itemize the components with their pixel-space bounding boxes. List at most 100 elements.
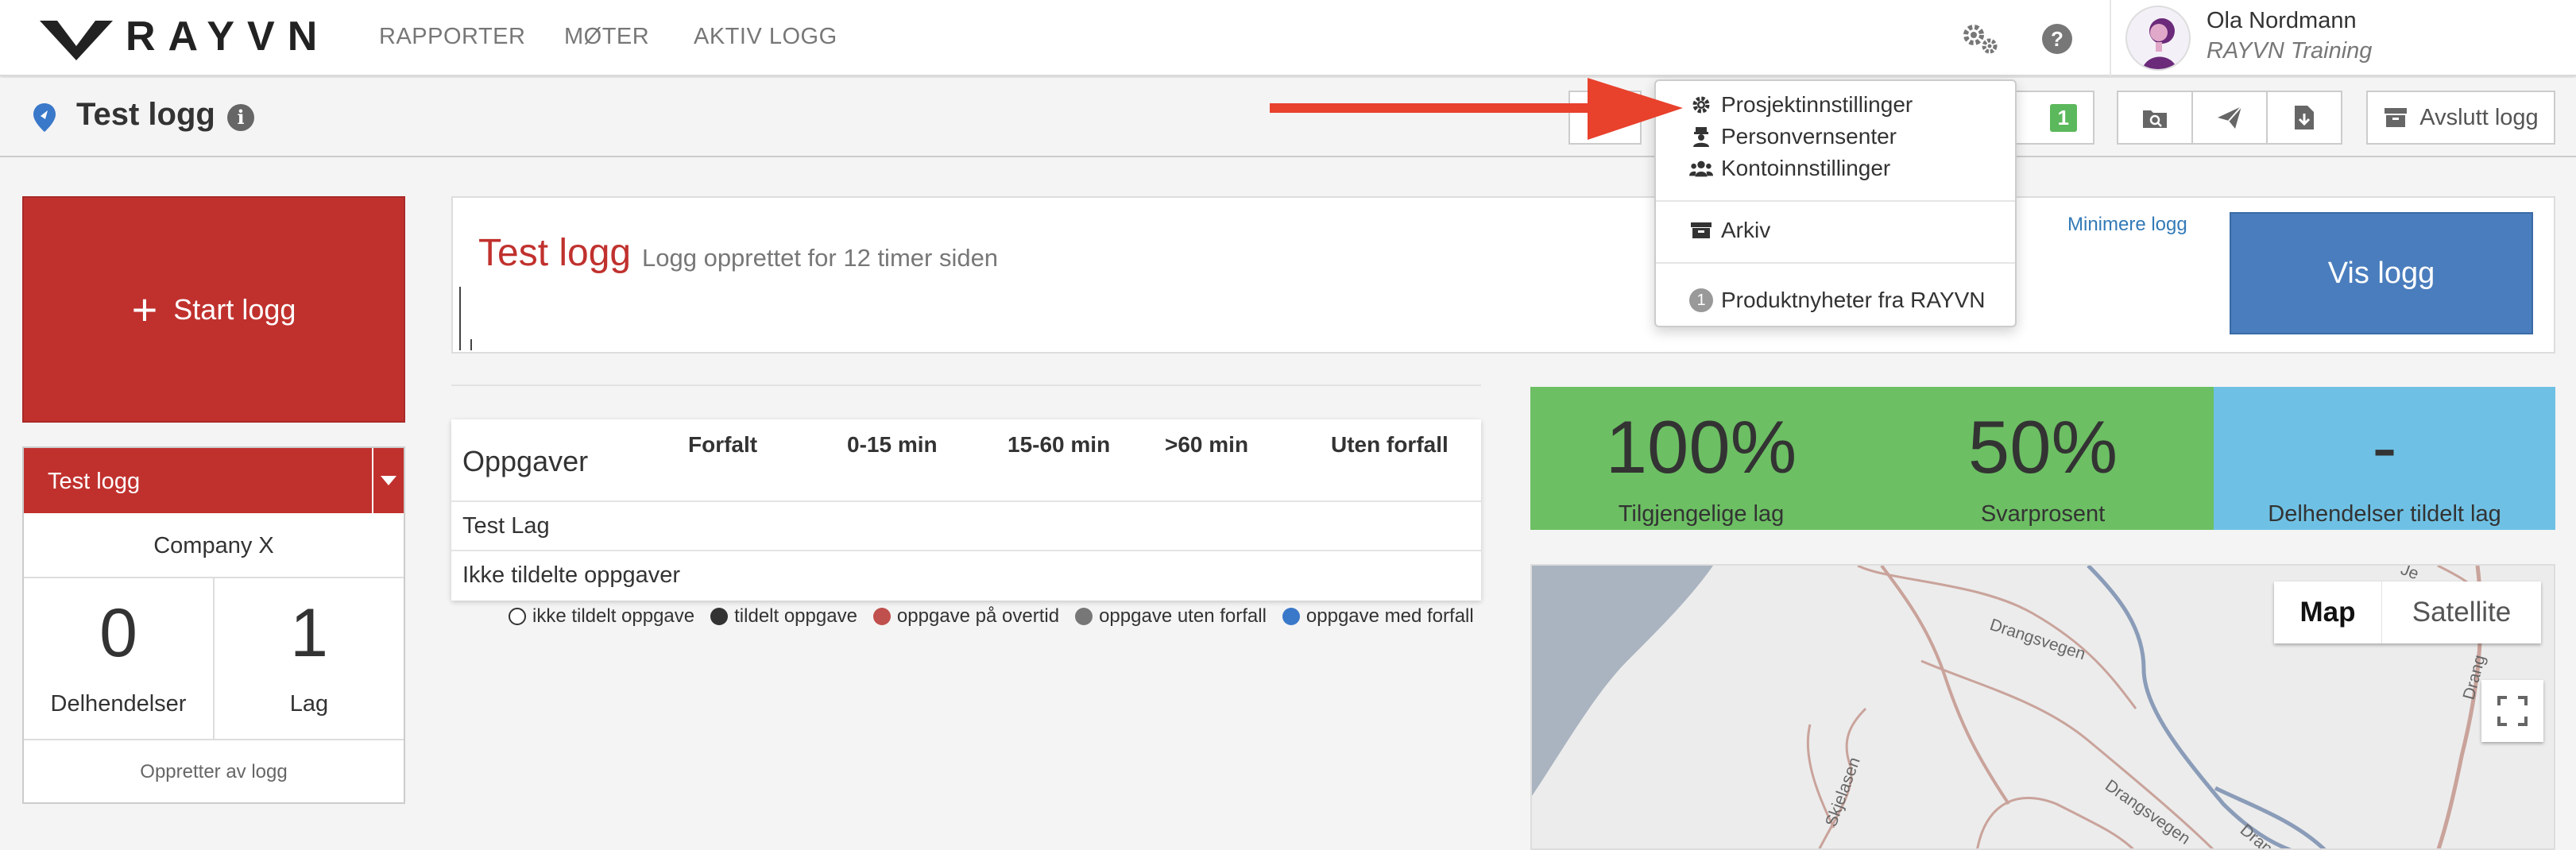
kpi-label: Delhendelser tildelt lag (2268, 501, 2501, 527)
log-entry-cursor[interactable] (459, 287, 461, 350)
subincidents-count: 0 (99, 595, 137, 671)
kpi-subincidents-assigned[interactable]: - Delhendelser tildelt lag (2214, 387, 2555, 530)
menu-item-label: Prosjektinnstillinger (1721, 92, 1913, 117)
log-creator-link[interactable]: Oppretter av logg (24, 739, 404, 802)
user-organization[interactable]: RAYVN Training (2207, 38, 2372, 64)
nav-divider (2110, 0, 2111, 76)
map-view[interactable]: Drangsvegen Drangsvegen Skjelasen Drang … (1530, 564, 2555, 850)
column-header-overdue[interactable]: Forfalt (688, 432, 757, 458)
menu-item-privacy-center[interactable]: Personvernsenter (1689, 124, 1897, 149)
user-avatar[interactable] (2125, 6, 2191, 71)
rayvn-logo-mark[interactable] (40, 17, 113, 62)
search-log-button[interactable] (2117, 91, 2193, 145)
menu-item-product-news[interactable]: 1 Produktnyheter fra RAYVN (1689, 288, 1986, 313)
column-header-over-60[interactable]: >60 min (1165, 432, 1248, 458)
column-header-0-15[interactable]: 0-15 min (847, 432, 938, 458)
help-icon[interactable]: ? (2042, 24, 2072, 54)
menu-item-label: Personvernsenter (1721, 124, 1897, 149)
end-log-button[interactable]: Avslutt logg (2366, 91, 2555, 145)
kpi-value: 50% (1967, 405, 2118, 489)
legend-label: ikke tildelt oppgave (532, 605, 695, 627)
menu-divider (1656, 200, 2015, 202)
legend-item: tildelt oppgave (710, 605, 857, 628)
log-card-company: Company X (24, 513, 404, 578)
view-log-button[interactable]: Vis logg (2230, 212, 2533, 334)
start-log-label: Start logg (173, 292, 296, 326)
assigned-dot-icon (710, 608, 729, 625)
column-header-15-60[interactable]: 15-60 min (1008, 432, 1110, 458)
legend-label: oppgave på overtid (896, 605, 1060, 627)
users-icon (1689, 160, 1713, 177)
map-road-label: Skjelasen (1822, 755, 1864, 829)
unassigned-dot-icon (509, 608, 526, 625)
log-panel: Test logg Logg opprettet for 12 timer si… (451, 196, 2555, 354)
fullscreen-button[interactable] (2481, 680, 2543, 742)
map-road-label: Drangsvegen (2102, 776, 2194, 848)
folder-search-icon (2143, 110, 2167, 128)
menu-item-label: Produktnyheter fra RAYVN (1721, 288, 1986, 312)
download-button[interactable] (2266, 91, 2342, 145)
menu-divider (1656, 262, 2015, 264)
overdue-dot-icon (872, 608, 891, 625)
annotation-arrow-icon (1270, 78, 1683, 140)
log-summary-card: Test logg Company X 0 Delhendelser 1 Lag… (22, 446, 405, 804)
kpi-response-rate[interactable]: 50% Svarprosent (1872, 387, 2214, 530)
map-type-satellite-button[interactable]: Satellite (2382, 581, 2541, 643)
log-card-dropdown-toggle[interactable] (372, 448, 404, 513)
info-icon[interactable]: i (227, 104, 254, 131)
start-log-button[interactable]: + Start logg (22, 196, 405, 423)
legend-item: oppgave på overtid (872, 605, 1060, 628)
no-due-dot-icon (1075, 608, 1093, 625)
task-legend: ikke tildelt oppgave tildelt oppgave opp… (509, 605, 1474, 628)
column-header-no-due[interactable]: Uten forfall (1331, 432, 1449, 458)
legend-label: oppgave uten forfall (1099, 605, 1267, 627)
send-button[interactable] (2191, 91, 2268, 145)
row-label: Test Lag (462, 513, 550, 539)
fullscreen-icon (2497, 696, 2528, 726)
map-road-label: Drang (2237, 821, 2284, 850)
row-label: Ikke tildelte oppgaver (462, 562, 681, 588)
tasks-top-divider (451, 384, 1481, 386)
map-type-toggle: Map Satellite (2274, 581, 2541, 643)
brand-name[interactable]: RAYVN (126, 13, 330, 60)
map-road-label: Je (2398, 566, 2421, 583)
log-card-header[interactable]: Test logg (24, 448, 404, 513)
subincidents-label: Delhendelser (50, 691, 187, 717)
with-due-dot-icon (1282, 608, 1300, 625)
top-navbar: RAYVN RAPPORTER MØTER AKTIV LOGG ? Ola N… (0, 0, 2576, 76)
kpi-available-teams[interactable]: 100% Tilgjengelige lag (1530, 387, 1872, 530)
settings-dropdown-menu: Prosjektinnstillinger Personvernsenter K… (1654, 79, 2017, 327)
tasks-title: Oppgaver (462, 445, 589, 477)
nav-link-active-log[interactable]: AKTIV LOGG (694, 24, 837, 50)
nav-link-meetings[interactable]: MØTER (564, 24, 649, 50)
messages-count-badge: 1 (2049, 103, 2077, 132)
log-panel-subtitle: Logg opprettet for 12 timer siden (642, 244, 999, 272)
settings-gears-icon[interactable] (1961, 22, 1999, 54)
legend-item: oppgave uten forfall (1075, 605, 1267, 628)
log-panel-title: Test logg (478, 232, 632, 274)
table-row[interactable]: Test Lag (451, 500, 1481, 550)
legend-label: tildelt oppgave (734, 605, 857, 627)
gear-icon (1692, 96, 1710, 114)
minimize-log-link[interactable]: Minimere logg (2067, 214, 2187, 236)
file-download-icon (2295, 106, 2314, 129)
menu-item-project-settings[interactable]: Prosjektinnstillinger (1689, 92, 1913, 118)
kpi-label: Svarprosent (1980, 501, 2106, 527)
table-row[interactable]: Ikke tildelte oppgaver (451, 550, 1481, 599)
menu-item-label: Arkiv (1721, 218, 1771, 242)
legend-label: oppgave med forfall (1305, 605, 1474, 627)
kpi-value: - (2372, 405, 2397, 489)
paper-plane-icon (2218, 106, 2242, 129)
nav-link-reports[interactable]: RAPPORTER (379, 24, 525, 50)
user-name[interactable]: Ola Nordmann (2207, 8, 2357, 34)
kpi-label: Tilgjengelige lag (1618, 501, 1785, 527)
end-log-label: Avslutt logg (2419, 104, 2539, 130)
kpi-value: 100% (1605, 405, 1797, 489)
plus-icon: + (131, 284, 158, 334)
menu-item-account-settings[interactable]: Kontoinnstillinger (1689, 156, 1890, 181)
archive-box-icon (2385, 108, 2408, 127)
tasks-table: Oppgaver Forfalt 0-15 min 15-60 min >60 … (451, 419, 1481, 601)
person-lock-icon (1693, 127, 1709, 147)
map-type-map-button[interactable]: Map (2274, 581, 2382, 643)
menu-item-archive[interactable]: Arkiv (1689, 218, 1770, 243)
